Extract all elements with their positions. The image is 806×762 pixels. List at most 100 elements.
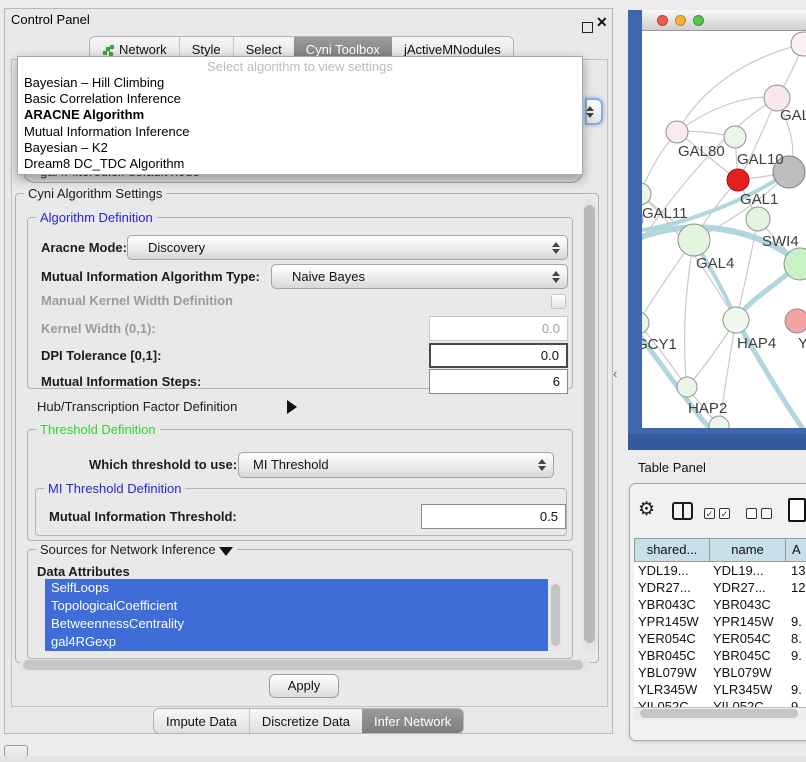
zoom-traffic-light-icon[interactable]: [693, 15, 704, 26]
network-node[interactable]: [727, 169, 749, 191]
table-cell: YPR145W: [634, 613, 709, 630]
table-row[interactable]: YPR145WYPR145W9.: [634, 613, 806, 630]
columns-icon[interactable]: [672, 502, 693, 520]
table-horizontal-scrollbar[interactable]: [634, 707, 806, 720]
manual-kernel-width-checkbox[interactable]: [551, 294, 566, 309]
scrollbar-thumb[interactable]: [584, 205, 595, 643]
network-node[interactable]: [724, 126, 746, 148]
which-threshold-combobox[interactable]: MI Threshold: [238, 452, 554, 478]
algorithm-option-bayesian-k2[interactable]: Bayesian – K2: [18, 140, 582, 156]
table-cell: 13: [785, 562, 806, 579]
mi-steps-input[interactable]: 6: [429, 369, 568, 394]
tab-impute-data[interactable]: Impute Data: [154, 709, 249, 733]
network-canvas[interactable]: GAL7GAL80GAL10GAL1GAL11SWI4GAL4HAP4YGCY1…: [642, 31, 806, 428]
stepper-arrows-icon: [537, 458, 546, 472]
attribute-item-betweennesscentrality[interactable]: BetweennessCentrality: [45, 615, 548, 633]
splitter-collapse-icon[interactable]: ‹: [613, 366, 617, 381]
tab-label: jActiveMNodules: [404, 42, 501, 57]
algorithm-option-bayesian-hill-climbing[interactable]: Bayesian – Hill Climbing: [18, 75, 582, 91]
table-cell: 9.: [785, 681, 806, 698]
column-header-shared[interactable]: shared...: [635, 539, 710, 561]
stepper-arrows-icon: [585, 105, 594, 119]
algorithm-option-basic-correlation-inference[interactable]: Basic Correlation Inference: [18, 91, 582, 107]
group-title: Algorithm Definition: [36, 210, 157, 225]
algorithm-option-dream8-dc-tdc-algorithm[interactable]: Dream8 DC_TDC Algorithm: [18, 156, 582, 172]
settings-horizontal-scrollbar[interactable]: [19, 659, 591, 672]
collapse-down-triangle-icon[interactable]: [219, 547, 233, 556]
network-node[interactable]: [791, 32, 806, 56]
minimize-traffic-light-icon[interactable]: [675, 15, 686, 26]
group-title: Threshold Definition: [36, 422, 160, 437]
network-window-titlebar[interactable]: [642, 10, 806, 31]
table-cell: YPR145W: [709, 613, 785, 630]
table-cell: YBR045C: [709, 647, 785, 664]
table-cell: 8.: [785, 630, 806, 647]
table-row[interactable]: YBL079WYBL079W: [634, 664, 806, 681]
close-icon[interactable]: ✕: [596, 15, 608, 29]
deselect-all-columns-icon[interactable]: [746, 508, 772, 519]
table-row[interactable]: YER054CYER054C8.: [634, 630, 806, 647]
kernel-width-input[interactable]: 0.0: [429, 316, 568, 341]
table-cell: YBR043C: [634, 596, 709, 613]
network-node[interactable]: [746, 207, 770, 231]
network-node[interactable]: [642, 312, 649, 334]
apply-button[interactable]: Apply: [269, 674, 339, 698]
table-cell: YBL079W: [634, 664, 709, 681]
network-icon: [102, 43, 115, 56]
mi-algorithm-type-combobox[interactable]: Naive Bayes: [271, 264, 568, 289]
table-cell: YLR345W: [709, 681, 785, 698]
status-strip: [0, 756, 806, 762]
mi-type-label: Mutual Information Algorithm Type:: [41, 264, 260, 289]
kernel-width-label: Kernel Width (0,1):: [41, 316, 156, 341]
table-cell: YER054C: [634, 630, 709, 647]
attribute-item-gal4rgexp[interactable]: gal4RGexp: [45, 633, 548, 651]
network-node[interactable]: [785, 309, 806, 333]
table-panel-window: ⚙ ✓ ✓ shared...nameA YDL19...YDL19...13Y…: [629, 483, 806, 741]
network-node[interactable]: [666, 121, 688, 143]
table-cell: YDR27...: [634, 579, 709, 596]
desktop: { "window": { "title": "Control Panel" }…: [0, 0, 806, 762]
which-threshold-label: Which threshold to use:: [89, 452, 237, 478]
algorithm-option-mutual-information-inference[interactable]: Mutual Information Inference: [18, 124, 582, 140]
network-node-label: GAL80: [678, 143, 725, 160]
close-traffic-light-icon[interactable]: [657, 15, 668, 26]
column-header-name[interactable]: name: [710, 539, 786, 561]
algorithm-option-aracne-algorithm[interactable]: ARACNE Algorithm: [18, 107, 582, 123]
table-row[interactable]: YBR043CYBR043C: [634, 596, 806, 613]
table-cell: [785, 664, 806, 681]
data-attributes-list[interactable]: SelfLoopsTopologicalCoefficientBetweenne…: [45, 579, 548, 651]
attribute-item-selfloops[interactable]: SelfLoops: [45, 579, 548, 597]
inference-algorithm-combobox[interactable]: [585, 98, 603, 125]
scrollbar-thumb[interactable]: [640, 709, 798, 718]
cyni-mode-tabs: Impute Data Discretize Data Infer Network: [153, 708, 464, 734]
table-row[interactable]: YBR045CYBR045C9.: [634, 647, 806, 664]
dpi-tolerance-input[interactable]: 0.0: [429, 343, 568, 368]
network-node[interactable]: [678, 224, 710, 256]
tab-infer-network[interactable]: Infer Network: [362, 709, 463, 733]
settings-vertical-scrollbar[interactable]: [583, 199, 596, 655]
attributes-scrollbar[interactable]: [550, 581, 561, 651]
table-row[interactable]: YDL19...YDL19...13: [634, 562, 806, 579]
aracne-mode-combobox[interactable]: Discovery: [127, 235, 568, 260]
tab-discretize-data[interactable]: Discretize Data: [249, 709, 362, 733]
table-row[interactable]: YDR27...YDR27...12: [634, 579, 806, 596]
scrollbar-thumb[interactable]: [551, 584, 560, 646]
scrollbar-thumb[interactable]: [23, 660, 583, 670]
attribute-item-topologicalcoefficient[interactable]: TopologicalCoefficient: [45, 597, 548, 615]
window-frame-border: [628, 434, 806, 450]
select-all-columns-icon[interactable]: ✓ ✓: [704, 508, 730, 519]
table-row[interactable]: YLR345WYLR345W9.: [634, 681, 806, 698]
algorithm-option-list: Bayesian – Hill ClimbingBasic Correlatio…: [18, 75, 582, 172]
tab-label: Impute Data: [166, 714, 237, 729]
tab-label: Discretize Data: [262, 714, 350, 729]
export-table-icon[interactable]: [788, 498, 806, 522]
network-node[interactable]: [723, 307, 749, 333]
gear-icon[interactable]: ⚙: [638, 500, 655, 520]
mi-threshold-input[interactable]: 0.5: [421, 504, 566, 529]
network-node[interactable]: [677, 377, 697, 397]
float-window-icon[interactable]: [582, 22, 593, 33]
mi-threshold-label: Mutual Information Threshold:: [49, 504, 237, 529]
column-header-a[interactable]: A: [786, 539, 806, 561]
expand-right-triangle-icon[interactable]: [287, 400, 297, 414]
network-node-label: SWI4: [762, 233, 799, 250]
